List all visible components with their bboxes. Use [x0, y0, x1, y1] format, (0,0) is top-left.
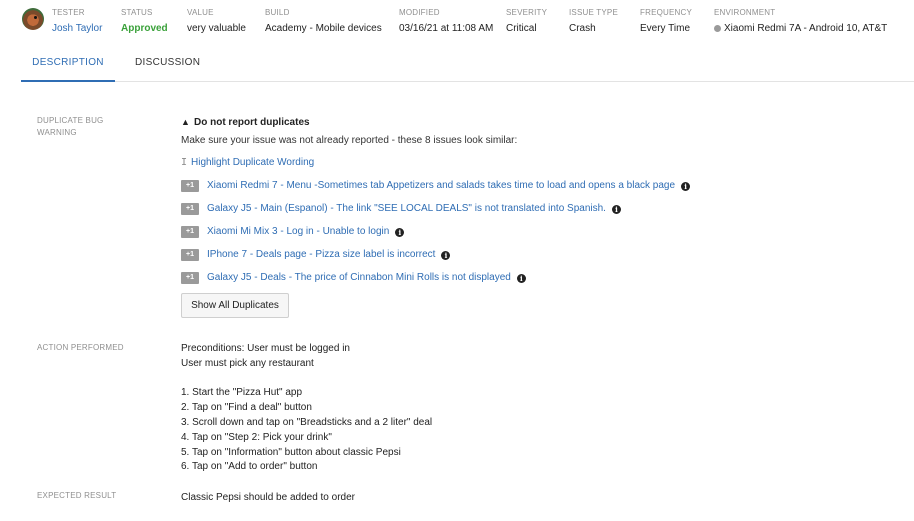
severity-label: SEVERITY: [506, 8, 548, 17]
action-performed-text: Preconditions: User must be logged in Us…: [181, 343, 433, 473]
tab-discussion[interactable]: DISCUSSION: [135, 46, 217, 82]
text-cursor-icon: I: [181, 157, 188, 168]
issue-type-label: ISSUE TYPE: [569, 8, 618, 17]
android-icon: [714, 25, 721, 32]
environment-value: Xiaomi Redmi 7A - Android 10, AT&T: [714, 22, 887, 36]
tester-label: TESTER: [52, 8, 85, 17]
info-icon[interactable]: i: [441, 250, 451, 260]
build-label: BUILD: [265, 8, 290, 17]
duplicate-link[interactable]: IPhone 7 - Deals page - Pizza size label…: [207, 248, 435, 262]
duplicate-warning-description: Make sure your issue was not already rep…: [181, 135, 518, 146]
frequency-field: FREQUENCY Every Time: [640, 8, 692, 36]
duplicate-section-label-line1: DUPLICATE BUG: [37, 116, 104, 125]
tester-name-link[interactable]: Josh Taylor: [52, 22, 102, 36]
avatar[interactable]: [22, 8, 44, 30]
highlight-duplicate-wording-text: Highlight Duplicate Wording: [191, 157, 315, 168]
plus-one-button[interactable]: +1: [181, 226, 199, 238]
modified-field: MODIFIED 03/16/21 at 11:08 AM: [399, 8, 493, 36]
status-label: STATUS: [121, 8, 153, 17]
info-icon[interactable]: i: [395, 227, 405, 237]
duplicate-link[interactable]: Galaxy J5 - Deals - The price of Cinnabo…: [207, 271, 511, 285]
value-value: very valuable: [187, 23, 246, 34]
value-label: VALUE: [187, 8, 214, 17]
show-all-duplicates-button[interactable]: Show All Duplicates: [181, 293, 289, 318]
expected-result-text: Classic Pepsi should be added to order: [181, 492, 355, 503]
duplicate-warning-title: ▲ Do not report duplicates: [181, 115, 310, 130]
plus-one-button[interactable]: +1: [181, 180, 199, 192]
duplicate-item: +1 IPhone 7 - Deals page - Pizza size la…: [181, 248, 451, 262]
build-field: BUILD Academy - Mobile devices: [265, 8, 382, 36]
duplicate-item: +1 Galaxy J5 - Deals - The price of Cinn…: [181, 271, 526, 285]
environment-text: Xiaomi Redmi 7A - Android 10, AT&T: [724, 23, 888, 34]
info-icon[interactable]: i: [516, 273, 526, 283]
duplicate-item: +1 Xiaomi Redmi 7 - Menu -Sometimes tab …: [181, 179, 691, 193]
issue-type-field: ISSUE TYPE Crash: [569, 8, 618, 36]
modified-label: MODIFIED: [399, 8, 440, 17]
info-icon[interactable]: i: [681, 181, 691, 191]
value-field: VALUE very valuable: [187, 8, 246, 36]
duplicate-section-label-line2: WARNING: [37, 128, 77, 137]
plus-one-button[interactable]: +1: [181, 249, 199, 261]
duplicate-link[interactable]: Xiaomi Redmi 7 - Menu -Sometimes tab App…: [207, 179, 675, 193]
environment-field: ENVIRONMENT Xiaomi Redmi 7A - Android 10…: [714, 8, 887, 36]
action-performed-label: ACTION PERFORMED: [37, 343, 124, 352]
duplicate-link[interactable]: Galaxy J5 - Main (Espanol) - The link "S…: [207, 202, 606, 216]
tab-description[interactable]: DESCRIPTION: [21, 46, 115, 82]
issue-type-value: Crash: [569, 23, 596, 34]
severity-field: SEVERITY Critical: [506, 8, 547, 36]
plus-one-button[interactable]: +1: [181, 272, 199, 284]
duplicate-item: +1 Galaxy J5 - Main (Espanol) - The link…: [181, 202, 621, 216]
duplicate-item: +1 Xiaomi Mi Mix 3 - Log in - Unable to …: [181, 225, 405, 239]
tester-field: TESTER Josh Taylor: [52, 8, 102, 36]
frequency-value: Every Time: [640, 23, 691, 34]
tab-bar: DESCRIPTION DISCUSSION: [21, 46, 914, 82]
environment-label: ENVIRONMENT: [714, 8, 776, 17]
expected-result-label: EXPECTED RESULT: [37, 491, 117, 500]
highlight-duplicate-wording-link[interactable]: I Highlight Duplicate Wording: [181, 156, 314, 170]
plus-one-button[interactable]: +1: [181, 203, 199, 215]
duplicate-section-label: DUPLICATE BUG WARNING: [37, 115, 103, 139]
status-field: STATUS Approved: [121, 8, 168, 36]
modified-value: 03/16/21 at 11:08 AM: [399, 23, 494, 34]
severity-value: Critical: [506, 23, 537, 34]
info-icon[interactable]: i: [611, 204, 621, 214]
duplicate-warning-title-text: Do not report duplicates: [194, 117, 310, 128]
bug-header: TESTER Josh Taylor STATUS Approved VALUE…: [0, 0, 914, 42]
duplicate-link[interactable]: Xiaomi Mi Mix 3 - Log in - Unable to log…: [207, 225, 389, 239]
build-value: Academy - Mobile devices: [265, 23, 382, 34]
status-badge: Approved: [121, 23, 168, 34]
warning-icon: ▲: [181, 117, 190, 127]
frequency-label: FREQUENCY: [640, 8, 693, 17]
